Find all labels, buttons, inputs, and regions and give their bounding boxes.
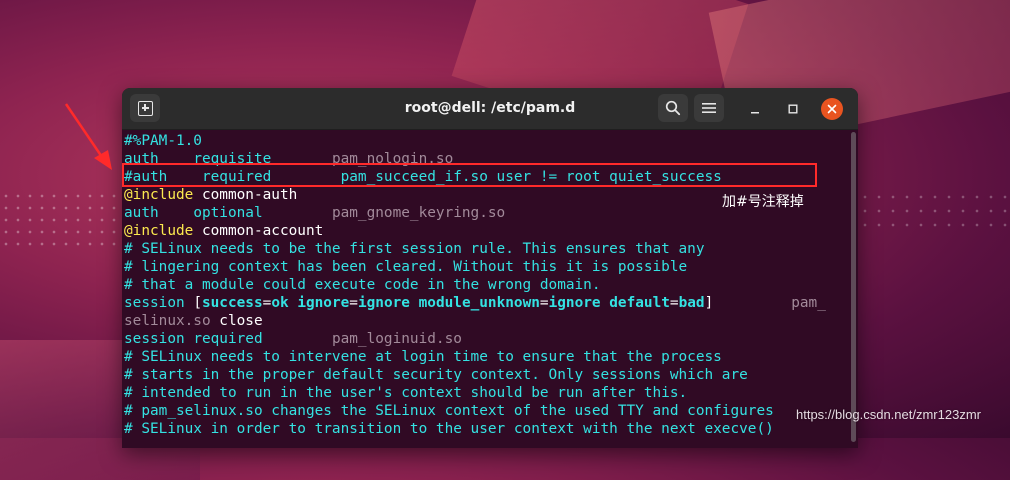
terminal-line: # lingering context has been cleared. Wi… (124, 258, 848, 276)
terminal-text-segment: = (262, 295, 272, 311)
maximize-button[interactable] (782, 98, 804, 120)
terminal-text-segment: ] (704, 295, 714, 311)
terminal-line: # SELinux needs to be the first session … (124, 240, 848, 258)
terminal-line: # starts in the proper default security … (124, 366, 848, 384)
terminal-line: selinux.so close (124, 312, 848, 330)
terminal-line: # intended to run in the user's context … (124, 384, 848, 402)
terminal-text-segment: common-auth (193, 187, 298, 203)
terminal-text-segment: ignore (297, 295, 350, 311)
terminal-text-segment: # lingering context has been cleared. Wi… (124, 259, 688, 275)
title-bar[interactable]: root@dell: /etc/pam.d (122, 88, 858, 130)
search-icon (665, 100, 681, 116)
terminal-text-segment: close (210, 313, 263, 329)
terminal-line: @include common-account (124, 222, 848, 240)
close-button[interactable] (821, 98, 843, 120)
terminal-line: #%PAM-1.0 (124, 132, 848, 150)
terminal-line: session [success=ok ignore=ignore module… (124, 294, 848, 312)
hamburger-menu-icon (702, 103, 716, 113)
terminal-text-segment: @include (124, 187, 194, 203)
terminal-text-segment: @include (124, 223, 194, 239)
terminal-text-segment: # that a module could execute code in th… (124, 277, 601, 293)
terminal-window: root@dell: /etc/pam.d #%PAM-1.0 auth req… (122, 88, 858, 448)
terminal-text-segment: optional (193, 205, 332, 221)
annotation-arrow-icon (64, 103, 112, 170)
terminal-line: # that a module could execute code in th… (124, 276, 848, 294)
annotation-text: 加#号注释掉 (722, 194, 804, 210)
terminal-text-segment: session (124, 331, 194, 347)
wallpaper-dots (0, 190, 130, 250)
terminal-text-segment: common-account (193, 223, 324, 239)
terminal-text-segment: # SELinux needs to intervene at login ti… (124, 349, 722, 365)
terminal-line: # pam_selinux.so changes the SELinux con… (124, 402, 848, 420)
terminal-text-segment: # SELinux in order to transition to the … (124, 421, 774, 437)
terminal-text-segment: # pam_selinux.so changes the SELinux con… (124, 403, 774, 419)
terminal-text-segment: ignore (548, 295, 601, 311)
terminal-text-segment: # SELinux needs to be the first session … (124, 241, 705, 257)
terminal-text-segment: pam_gnome_keyring.so (331, 205, 506, 221)
menu-button[interactable] (694, 94, 724, 122)
minimize-button[interactable] (744, 98, 766, 120)
watermark: https://blog.csdn.net/zmr123zmr (796, 407, 981, 422)
terminal-line: # SELinux in order to transition to the … (124, 420, 848, 438)
wallpaper-dots (858, 190, 1010, 230)
highlight-box (122, 163, 817, 187)
terminal-text-segment: default (609, 295, 670, 311)
terminal-line: session required pam_loginuid.so (124, 330, 848, 348)
terminal-text-segment: #%PAM-1.0 (124, 133, 202, 149)
terminal-text-segment: selinux.so (124, 313, 211, 329)
terminal-text-segment: auth (124, 205, 194, 221)
terminal-text-segment: = (349, 295, 358, 311)
terminal-text-segment: required (193, 331, 332, 347)
scrollbar[interactable] (851, 132, 856, 442)
terminal-text-segment: bad (678, 295, 705, 311)
terminal-text-segment: session (124, 295, 194, 311)
minimize-icon (751, 112, 759, 114)
terminal-text-segment: = (669, 295, 679, 311)
terminal-text-segment: module_unknown (418, 295, 540, 311)
terminal-text-segment: ignore (357, 295, 410, 311)
search-button[interactable] (658, 94, 688, 122)
terminal-text-segment: success (201, 295, 263, 311)
terminal-text-segment: ok (271, 295, 289, 311)
terminal-text-segment: pam_ (713, 295, 826, 311)
terminal-line: # SELinux needs to intervene at login ti… (124, 348, 848, 366)
terminal-text-segment: pam_loginuid.so (331, 331, 462, 347)
terminal-text-segment: # intended to run in the user's context … (124, 385, 688, 401)
terminal-text-segment: [ (193, 295, 202, 311)
close-icon (827, 104, 837, 114)
maximize-icon (788, 104, 798, 114)
terminal-text-segment: # starts in the proper default security … (124, 367, 748, 383)
terminal-text-segment: = (539, 295, 549, 311)
